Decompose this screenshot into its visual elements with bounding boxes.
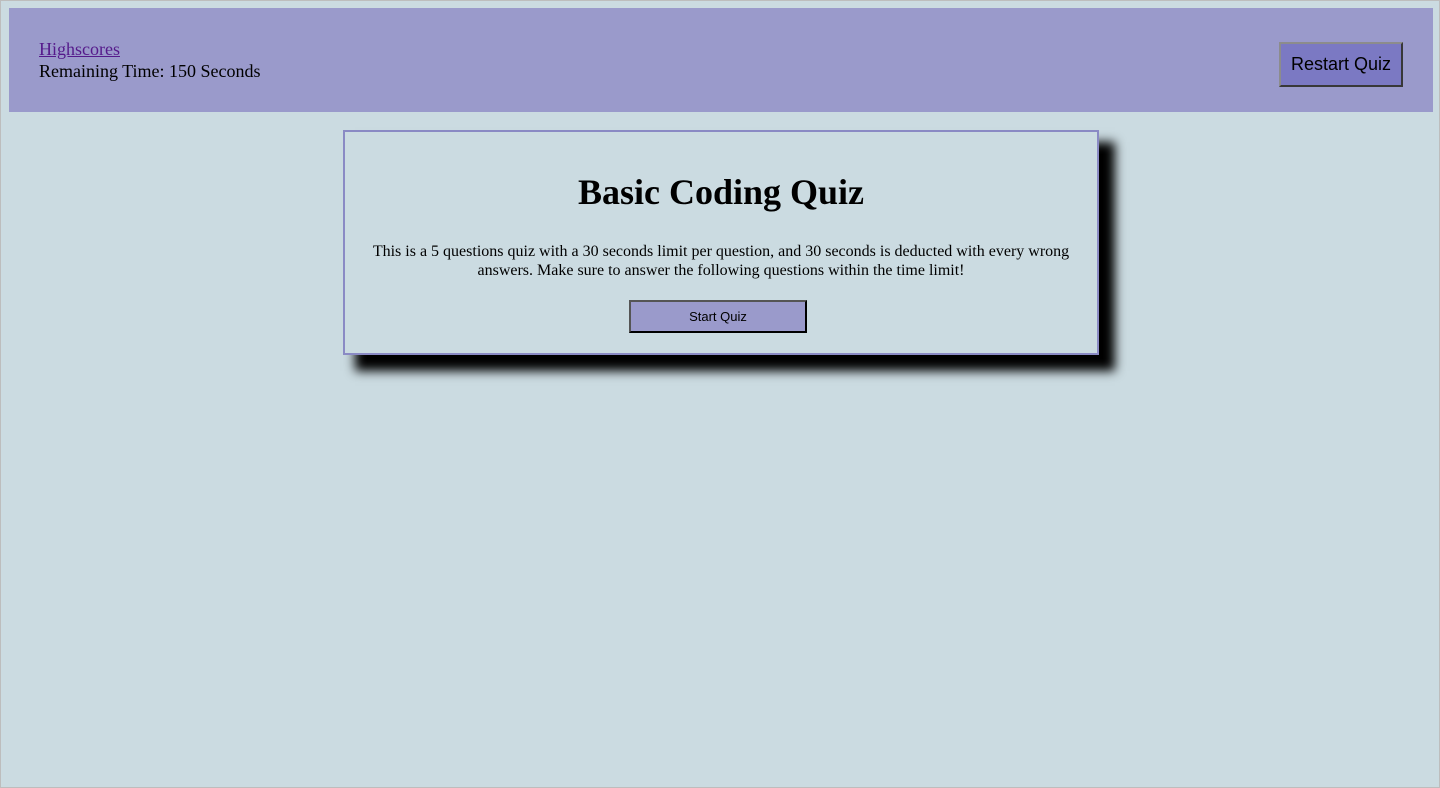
header-info: Highscores Remaining Time: 150 Seconds	[39, 38, 261, 82]
quiz-title: Basic Coding Quiz	[577, 172, 865, 212]
quiz-description: This is a 5 questions quiz with a 30 sec…	[372, 243, 1070, 279]
highscores-link[interactable]: Highscores	[39, 38, 261, 60]
restart-quiz-button[interactable]: Restart Quiz	[1278, 42, 1403, 87]
remaining-time-text: Remaining Time: 150 Seconds	[39, 61, 261, 81]
start-quiz-button[interactable]: Start Quiz	[629, 300, 807, 333]
quiz-intro-card: Basic Coding Quiz This is a 5 questions …	[343, 130, 1099, 355]
header-bar: Highscores Remaining Time: 150 Seconds R…	[9, 8, 1433, 112]
page-viewport: Highscores Remaining Time: 150 Seconds R…	[0, 0, 1440, 788]
